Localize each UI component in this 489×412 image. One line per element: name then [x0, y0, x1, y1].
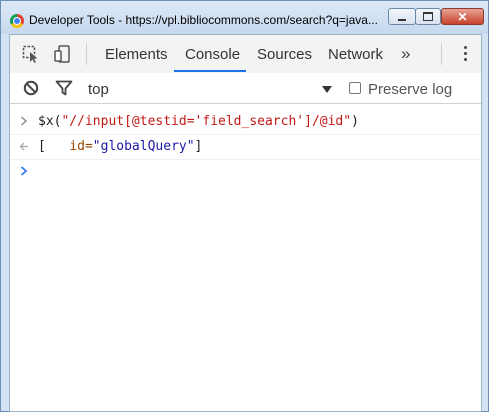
minimize-button[interactable] [388, 8, 416, 25]
more-options-icon[interactable] [464, 46, 468, 62]
toolbar-divider [441, 43, 442, 65]
tab-console[interactable]: Console [185, 46, 240, 63]
close-button[interactable]: ✕ [441, 8, 484, 25]
input-prompt-icon [21, 116, 28, 126]
title-bar[interactable]: Developer Tools - https://vpl.bibliocomm… [1, 1, 488, 34]
devtools-window: Developer Tools - https://vpl.bibliocomm… [0, 0, 489, 412]
prompt-caret-icon [20, 166, 28, 176]
console-output[interactable]: $x("//input[@testid='field_search']/@id"… [10, 104, 481, 411]
toolbar-divider [86, 43, 87, 65]
tab-sources[interactable]: Sources [257, 46, 312, 63]
minimize-icon [398, 18, 406, 21]
inspect-element-icon[interactable] [22, 45, 40, 63]
devtools-tab-bar: Elements Console Sources Network » [10, 35, 481, 74]
more-tabs-chevron-icon[interactable]: » [401, 44, 410, 64]
preserve-log-label[interactable]: Preserve log [368, 81, 452, 98]
device-toolbar-icon[interactable] [54, 45, 72, 63]
result-arrow-icon [19, 142, 28, 151]
close-icon: ✕ [457, 9, 468, 24]
devtools-panel: Elements Console Sources Network » top P… [9, 34, 482, 412]
filter-icon[interactable] [55, 80, 73, 96]
console-result[interactable]: [ id="globalQuery"] [38, 139, 202, 154]
chrome-logo-icon [10, 14, 24, 28]
console-prompt-line[interactable] [10, 160, 481, 184]
tab-elements[interactable]: Elements [105, 46, 168, 63]
console-command: $x("//input[@testid='field_search']/@id"… [38, 114, 359, 129]
maximize-button[interactable] [415, 8, 441, 25]
execution-context-select[interactable]: top [88, 81, 109, 98]
console-result-line: [ id="globalQuery"] [10, 135, 481, 160]
active-tab-indicator [174, 70, 246, 72]
maximize-icon [423, 12, 433, 21]
tab-network[interactable]: Network [328, 46, 383, 63]
console-input-line: $x("//input[@testid='field_search']/@id"… [10, 110, 481, 135]
preserve-log-checkbox[interactable] [349, 82, 361, 94]
console-filter-bar: top Preserve log [10, 73, 481, 104]
clear-console-icon[interactable] [23, 80, 39, 96]
window-title: Developer Tools - https://vpl.bibliocomm… [29, 13, 378, 27]
chevron-down-icon[interactable] [322, 86, 332, 93]
